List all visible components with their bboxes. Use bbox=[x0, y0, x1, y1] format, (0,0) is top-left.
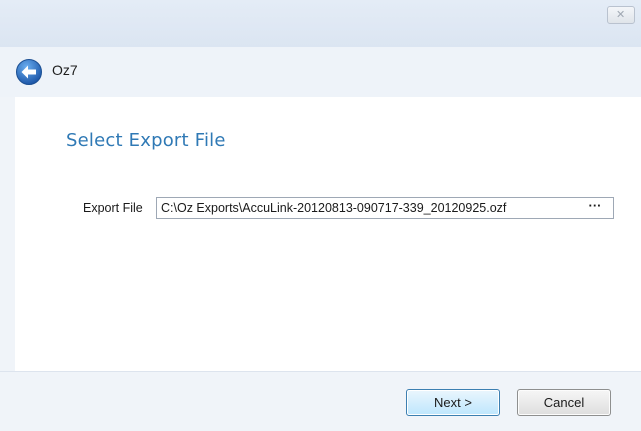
back-button[interactable] bbox=[15, 58, 43, 86]
wizard-content: Select Export File Export File C:\Oz Exp… bbox=[15, 97, 641, 371]
export-file-input[interactable]: C:\Oz Exports\AccuLink-20120813-090717-3… bbox=[156, 197, 614, 219]
browse-button[interactable]: ··· bbox=[577, 198, 613, 218]
export-wizard-window: ✕ Oz7 Select Export File Export File C:\… bbox=[0, 0, 641, 431]
cancel-button[interactable]: Cancel bbox=[517, 389, 611, 416]
app-title: Oz7 bbox=[52, 62, 78, 78]
wizard-header: Oz7 bbox=[0, 47, 641, 97]
back-arrow-icon bbox=[16, 59, 42, 85]
close-icon: ✕ bbox=[616, 8, 626, 21]
wizard-footer: Next > Cancel bbox=[0, 371, 641, 431]
page-title: Select Export File bbox=[66, 130, 226, 151]
close-button[interactable]: ✕ bbox=[607, 6, 635, 24]
next-button[interactable]: Next > bbox=[406, 389, 500, 416]
export-file-label: Export File bbox=[83, 201, 143, 215]
title-bar: ✕ bbox=[0, 0, 641, 47]
